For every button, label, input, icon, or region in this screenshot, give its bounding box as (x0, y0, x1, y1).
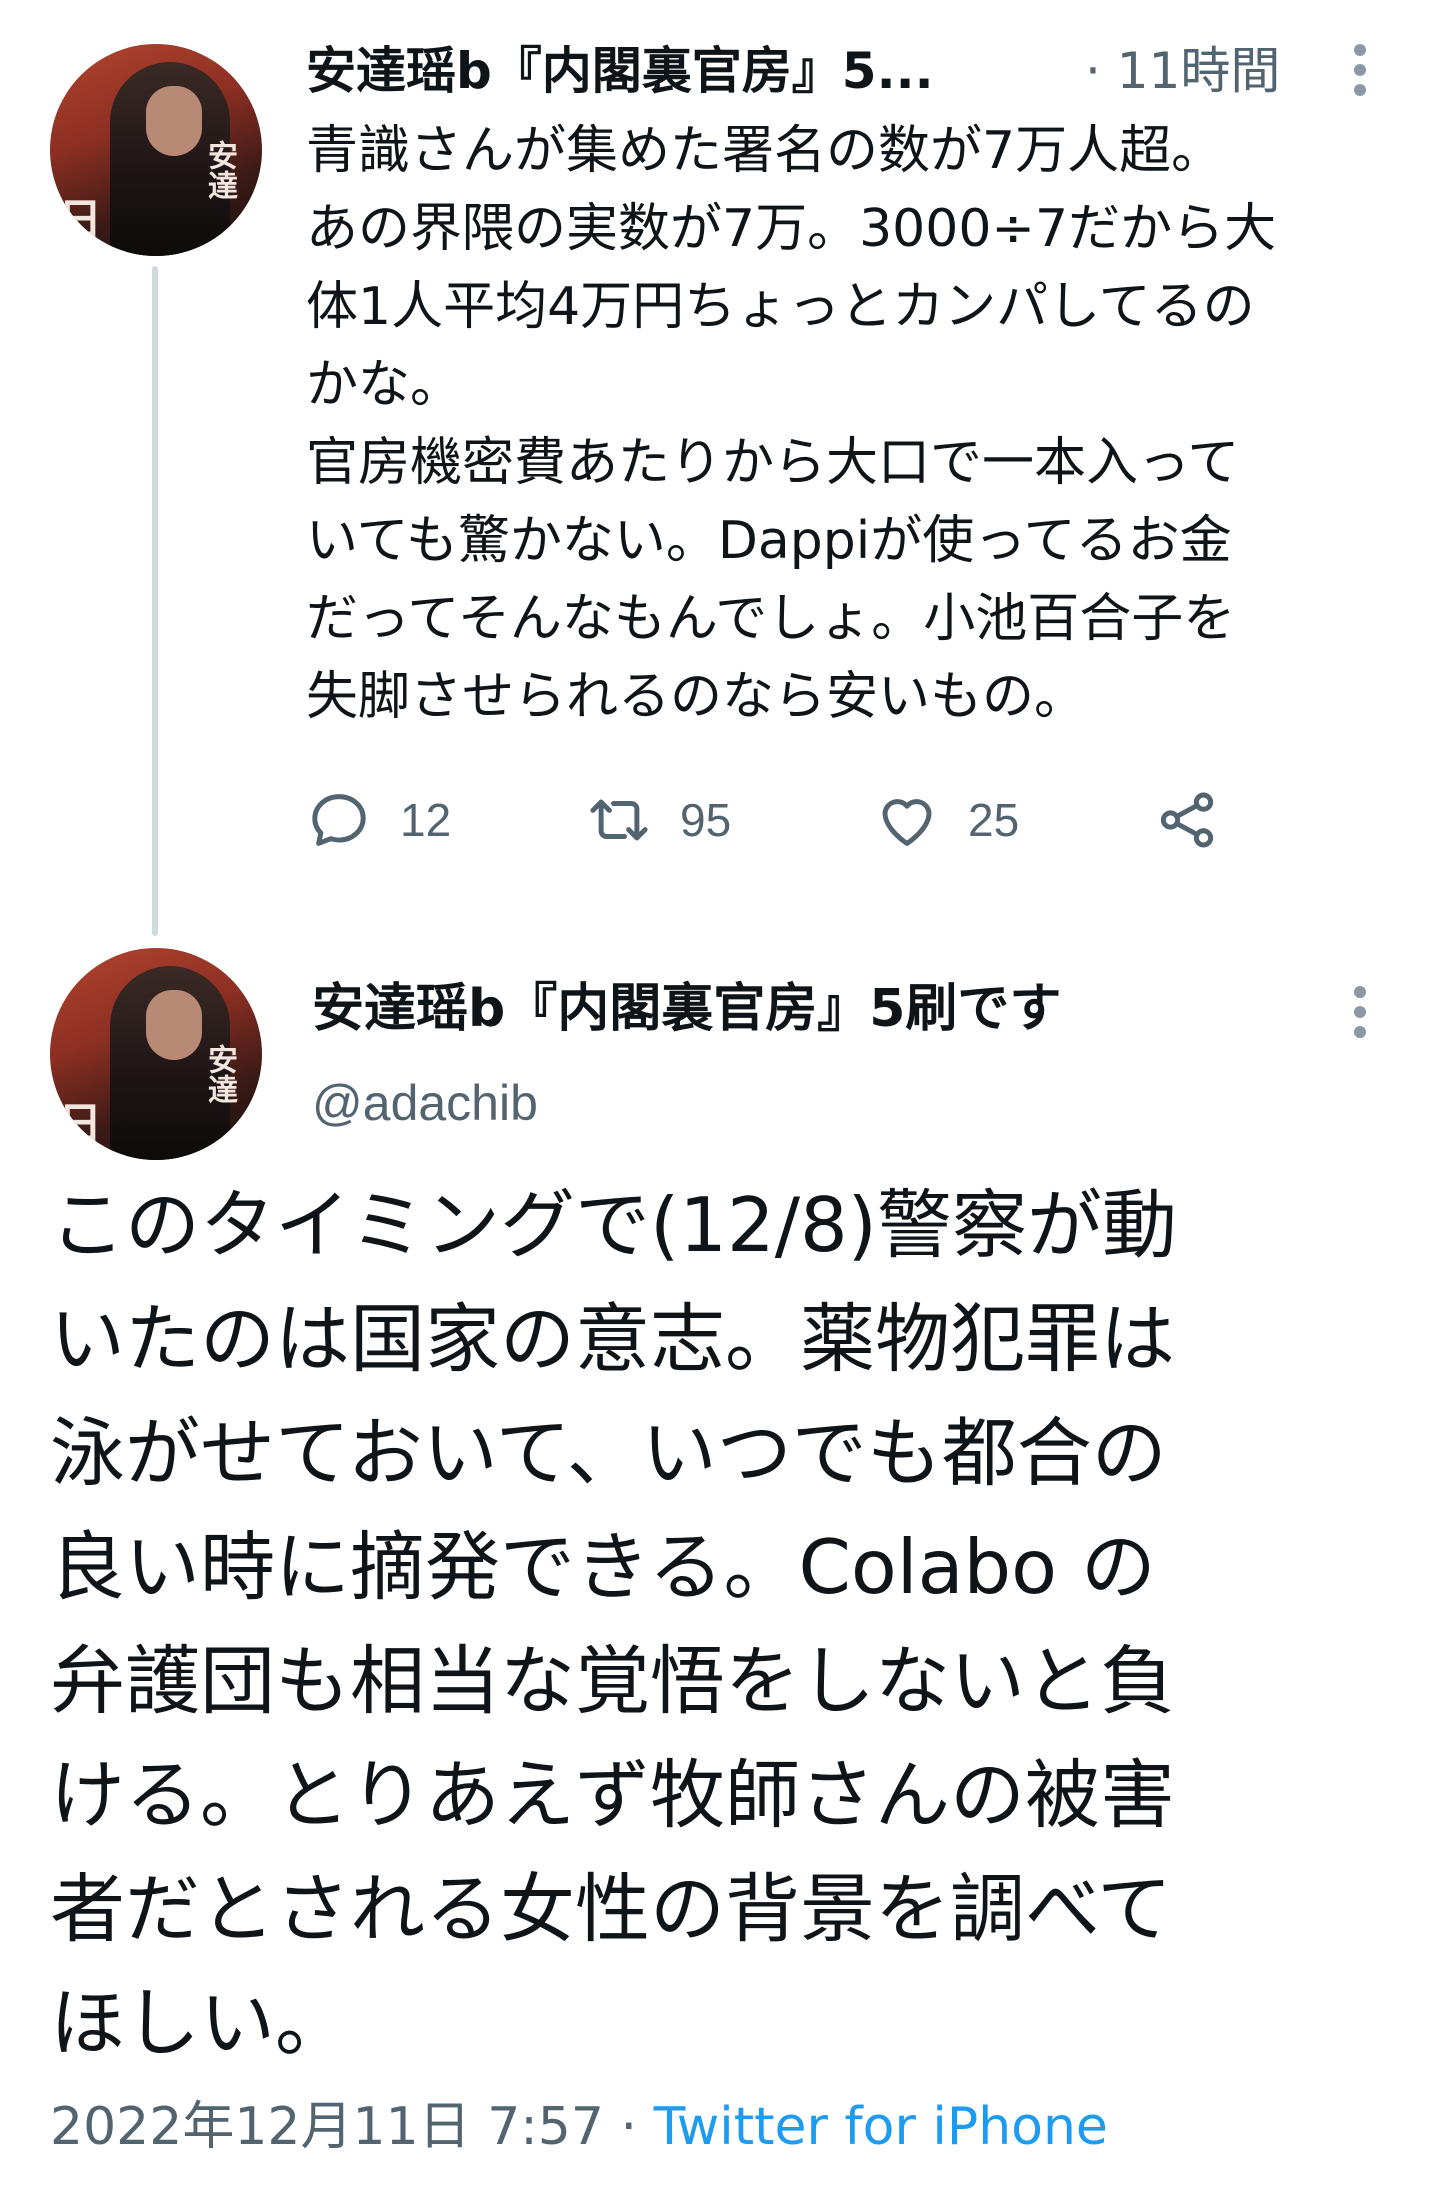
tweet-text-line: 泳がせておいて、いつでも都合の (50, 1409, 1167, 1497)
avatar-face (146, 86, 202, 156)
retweet-icon (590, 799, 648, 841)
more-options-icon[interactable] (1352, 44, 1368, 104)
tweet-text-line: 弁護団も相当な覚悟をしないと負 (50, 1637, 1176, 1725)
tweet-text: このタイミングで(12/8)警察が動 いたのは国家の意志。薬物犯罪は 泳がせてお… (50, 1168, 1410, 2080)
avatar[interactable]: 安達 日 (50, 44, 262, 256)
author-name[interactable]: 安達瑶b『内閣裏官房』5... (306, 36, 1036, 106)
tweet-text-line: このタイミングで(12/8)警察が動 (50, 1181, 1177, 1269)
tweet-actions: 12 95 25 (306, 780, 1306, 860)
avatar-overlay-text: 安達 (202, 140, 237, 200)
more-options-icon[interactable] (1352, 986, 1368, 1046)
tweet-text-line: 良い時に摘発できる。Colabo の (50, 1523, 1156, 1611)
tweet-text-line: 体1人平均4万円ちょっとカンパしてるの (306, 277, 1255, 337)
share-button[interactable] (1154, 780, 1220, 860)
tweet-timestamp[interactable]: 2022年12月11日 7:57 · (50, 2097, 654, 2157)
tweet-text: 青識さんが集めた署名の数が7万人超。 あの界隈の実数が7万。3000÷7だから大… (306, 112, 1416, 736)
tweet-source-link[interactable]: Twitter for iPhone (654, 2097, 1108, 2157)
heart-icon (882, 799, 932, 846)
retweet-count: 95 (680, 794, 732, 846)
like-count: 25 (968, 794, 1020, 846)
tweet-text-line: ほしい。 (50, 1979, 351, 2067)
tweet-text-line: かな。 (306, 355, 463, 415)
tweet-text-line: あの界隈の実数が7万。3000÷7だから大 (306, 199, 1277, 259)
tweet-meta: 2022年12月11日 7:57 · Twitter for iPhone (50, 2092, 1108, 2162)
share-icon (1160, 792, 1214, 848)
author-handle[interactable]: @adachib (312, 1068, 538, 1138)
thread-connector-line (152, 266, 158, 936)
avatar-face (146, 990, 202, 1060)
avatar-overlay-text: 安達 (202, 1044, 237, 1104)
tweet-text-line: 者だとされる女性の背景を調べて (50, 1865, 1173, 1953)
retweet-button[interactable]: 95 (586, 780, 731, 860)
avatar[interactable]: 安達 日 (50, 948, 262, 1160)
tweet-text-line: 青識さんが集めた署名の数が7万人超。 (306, 121, 1224, 181)
reply-button[interactable]: 12 (306, 780, 451, 860)
tweet-text-line: 官房機密費あたりから大口で一本入って (306, 433, 1240, 493)
tweet-text-line: いたのは国家の意志。薬物犯罪は (50, 1295, 1176, 1383)
tweet-time[interactable]: · 11時間 (1085, 36, 1280, 106)
tweet-text-line: いても驚かない。Dappiが使ってるお金 (306, 511, 1232, 571)
like-button[interactable]: 25 (874, 780, 1019, 860)
tweet-text-line: ける。とりあえず牧師さんの被害 (50, 1751, 1176, 1839)
reply-icon (312, 794, 366, 846)
tweet-text-line: 失脚させられるのなら安いもの。 (306, 667, 1087, 727)
avatar-overlay-text-left: 日 (58, 1099, 102, 1150)
reply-count: 12 (400, 794, 452, 846)
author-name[interactable]: 安達瑶b『内閣裏官房』5刷です (312, 974, 1061, 1044)
avatar-overlay-text-left: 日 (58, 195, 102, 246)
tweet-text-line: だってそんなもんでしょ。小池百合子を (306, 589, 1236, 649)
